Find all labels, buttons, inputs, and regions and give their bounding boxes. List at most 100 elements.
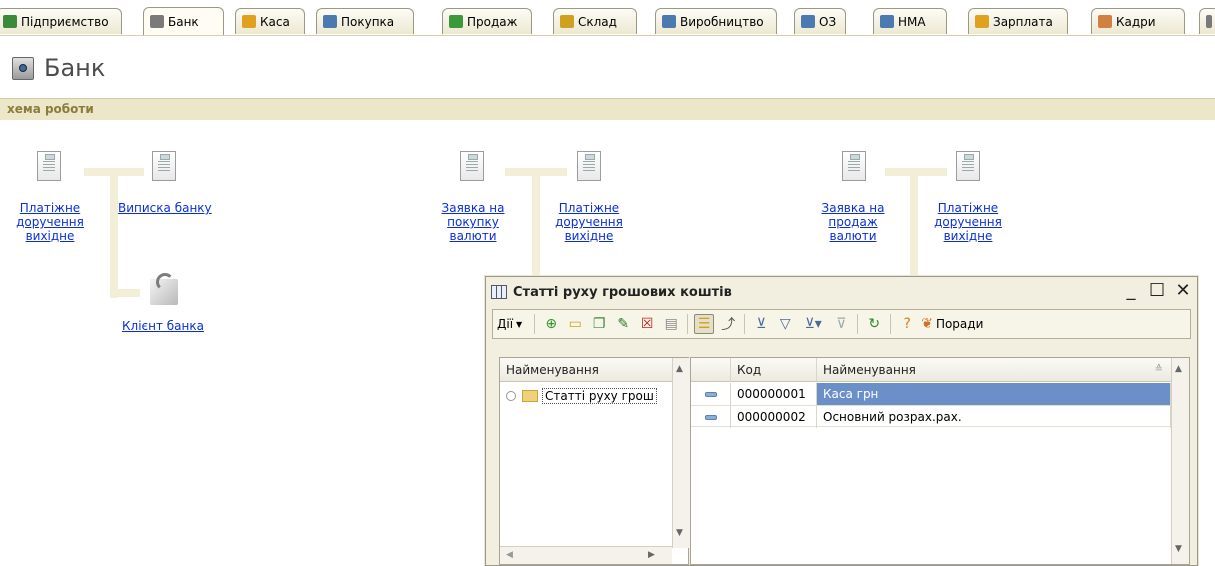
bank-icon <box>150 15 164 28</box>
tab-sale[interactable]: Продаж <box>442 8 532 34</box>
connector <box>532 168 540 278</box>
link-outgoing-payment-order[interactable]: Платіжне доручення вихідне <box>546 201 632 243</box>
name-cell: Основний розрах.рах. <box>817 406 1171 428</box>
toolbar-separator <box>890 314 892 334</box>
tree-horizontal-scrollbar[interactable]: ◀ ▶ <box>500 546 672 564</box>
section-title: хема роботи <box>7 102 94 116</box>
window-titlebar[interactable]: Статті руху грошових коштів _ ☐ ✕ <box>486 277 1197 307</box>
tab-more[interactable] <box>1199 8 1215 34</box>
close-button[interactable]: ✕ <box>1175 281 1191 301</box>
actions-menu-button[interactable]: Дії ▼ <box>497 317 522 331</box>
salary-icon <box>975 15 989 28</box>
delete-icon[interactable]: ☒ <box>637 314 657 334</box>
maximize-button[interactable]: ☐ <box>1149 281 1165 301</box>
tab-bank[interactable]: Банк <box>143 7 224 35</box>
hints-icon: ❦ <box>921 316 933 332</box>
page-title: Банк <box>44 54 106 82</box>
cash-flow-items-window[interactable]: Статті руху грошових коштів _ ☐ ✕ Дії ▼ … <box>485 276 1198 566</box>
tree-item[interactable]: Статті руху грош <box>506 386 657 406</box>
folder-icon <box>522 390 538 402</box>
tree-column-header[interactable]: Найменування <box>500 358 672 382</box>
hierarchy-view-icon[interactable]: ☰ <box>694 314 715 334</box>
tab-label: НМА <box>898 14 926 29</box>
bank-safe-icon <box>10 54 36 82</box>
window-title: Статті руху грошових коштів <box>513 284 732 300</box>
help-icon[interactable]: ? <box>897 314 917 334</box>
item-icon <box>691 406 731 428</box>
hints-label: Поради <box>935 317 984 331</box>
tab-label: Покупка <box>341 14 395 29</box>
document-icon[interactable] <box>842 151 866 181</box>
tab-label: Зарплата <box>993 14 1053 29</box>
link-currency-sale-request[interactable]: Заявка на продаж валюти <box>810 201 896 243</box>
link-bank-statement[interactable]: Виписка банку <box>118 201 238 215</box>
sort-ascending-icon: ≙ <box>1154 364 1163 375</box>
tab-cash[interactable]: Каса <box>235 8 305 34</box>
link-outgoing-payment-order[interactable]: Платіжне доручення вихідне <box>5 201 95 243</box>
document-icon[interactable] <box>460 151 484 181</box>
copy-icon[interactable]: ❐ <box>589 314 609 334</box>
document-icon[interactable] <box>577 151 601 181</box>
code-cell: 000000001 <box>731 383 817 405</box>
purchase-icon <box>323 15 337 28</box>
table-row[interactable]: 000000002 Основний розрах.рах. <box>691 405 1171 428</box>
scroll-down-icon[interactable]: ▼ <box>1175 544 1182 554</box>
name-column-header[interactable]: Найменування ≙ <box>817 358 1171 382</box>
document-icon[interactable] <box>152 151 176 181</box>
hints-button[interactable]: ❦ Поради <box>921 316 983 332</box>
clear-filter-icon[interactable]: ⊽ <box>831 314 851 334</box>
icon-column-header[interactable] <box>691 357 731 382</box>
item-icon <box>691 383 731 405</box>
table-row[interactable]: 000000001 Каса грн <box>691 383 1171 405</box>
tab-intangible[interactable]: НМА <box>873 8 947 34</box>
tree-vertical-scrollbar[interactable]: ▲ ▼ <box>672 358 690 548</box>
code-column-header[interactable]: Код <box>731 357 817 382</box>
tab-fixed-assets[interactable]: ОЗ <box>794 8 846 34</box>
level-up-icon[interactable]: ⤴ <box>718 314 738 334</box>
fixed-assets-icon <box>801 15 815 28</box>
refresh-icon[interactable]: ↻ <box>864 314 884 334</box>
add-icon[interactable]: ⊕ <box>541 314 561 334</box>
toolbar-separator <box>687 314 689 334</box>
add-group-icon[interactable]: ▭ <box>565 314 585 334</box>
document-icon[interactable] <box>37 151 61 181</box>
production-icon <box>662 15 676 28</box>
link-outgoing-payment-order[interactable]: Платіжне доручення вихідне <box>925 201 1011 243</box>
tab-label: Продаж <box>467 14 518 29</box>
post-icon[interactable]: ▤ <box>661 314 681 334</box>
sale-icon <box>449 15 463 28</box>
link-bank-client[interactable]: Клієнт банка <box>122 319 242 333</box>
tab-staff[interactable]: Кадри <box>1091 8 1185 34</box>
groups-tree-panel[interactable]: Найменування Статті руху грош ▲ ▼ ◀ ▶ <box>499 357 690 565</box>
more-icon <box>1206 15 1212 28</box>
filter-icon[interactable]: ▽ <box>775 314 795 334</box>
expand-icon[interactable] <box>506 391 516 401</box>
tab-enterprise[interactable]: Підприємство <box>0 8 122 34</box>
filter-by-value-icon[interactable]: ⊻ <box>751 314 771 334</box>
tab-purchase[interactable]: Покупка <box>316 8 414 34</box>
document-icon[interactable] <box>956 151 980 181</box>
filter-menu-icon[interactable]: ⊻▾ <box>799 314 827 334</box>
scroll-up-icon[interactable]: ▲ <box>1175 364 1182 374</box>
minimize-button[interactable]: _ <box>1123 281 1139 301</box>
list-vertical-scrollbar[interactable]: ▲ ▼ <box>1171 358 1189 564</box>
tab-salary[interactable]: Зарплата <box>968 8 1068 34</box>
edit-icon[interactable]: ✎ <box>613 314 633 334</box>
tab-label: Виробництво <box>680 14 764 29</box>
warehouse-icon <box>560 15 574 28</box>
scroll-down-icon[interactable]: ▼ <box>676 528 683 538</box>
tab-warehouse[interactable]: Склад <box>553 8 637 34</box>
satellite-dish-icon[interactable] <box>148 273 182 307</box>
scroll-right-icon[interactable]: ▶ <box>648 550 655 560</box>
items-list-panel[interactable]: Код Найменування ≙ 000000001 Каса грн 00… <box>690 357 1190 565</box>
connector <box>110 289 140 297</box>
section-bar: хема роботи <box>0 98 1215 120</box>
link-currency-purchase-request[interactable]: Заявка на покупку валюти <box>430 201 516 243</box>
tree-item-label: Статті руху грош <box>542 388 657 404</box>
intangible-icon <box>880 15 894 28</box>
chevron-down-icon: ▼ <box>516 319 523 329</box>
tab-production[interactable]: Виробництво <box>655 8 777 34</box>
tab-label: Каса <box>260 14 290 29</box>
scroll-up-icon[interactable]: ▲ <box>676 364 683 374</box>
scroll-left-icon[interactable]: ◀ <box>506 550 513 560</box>
